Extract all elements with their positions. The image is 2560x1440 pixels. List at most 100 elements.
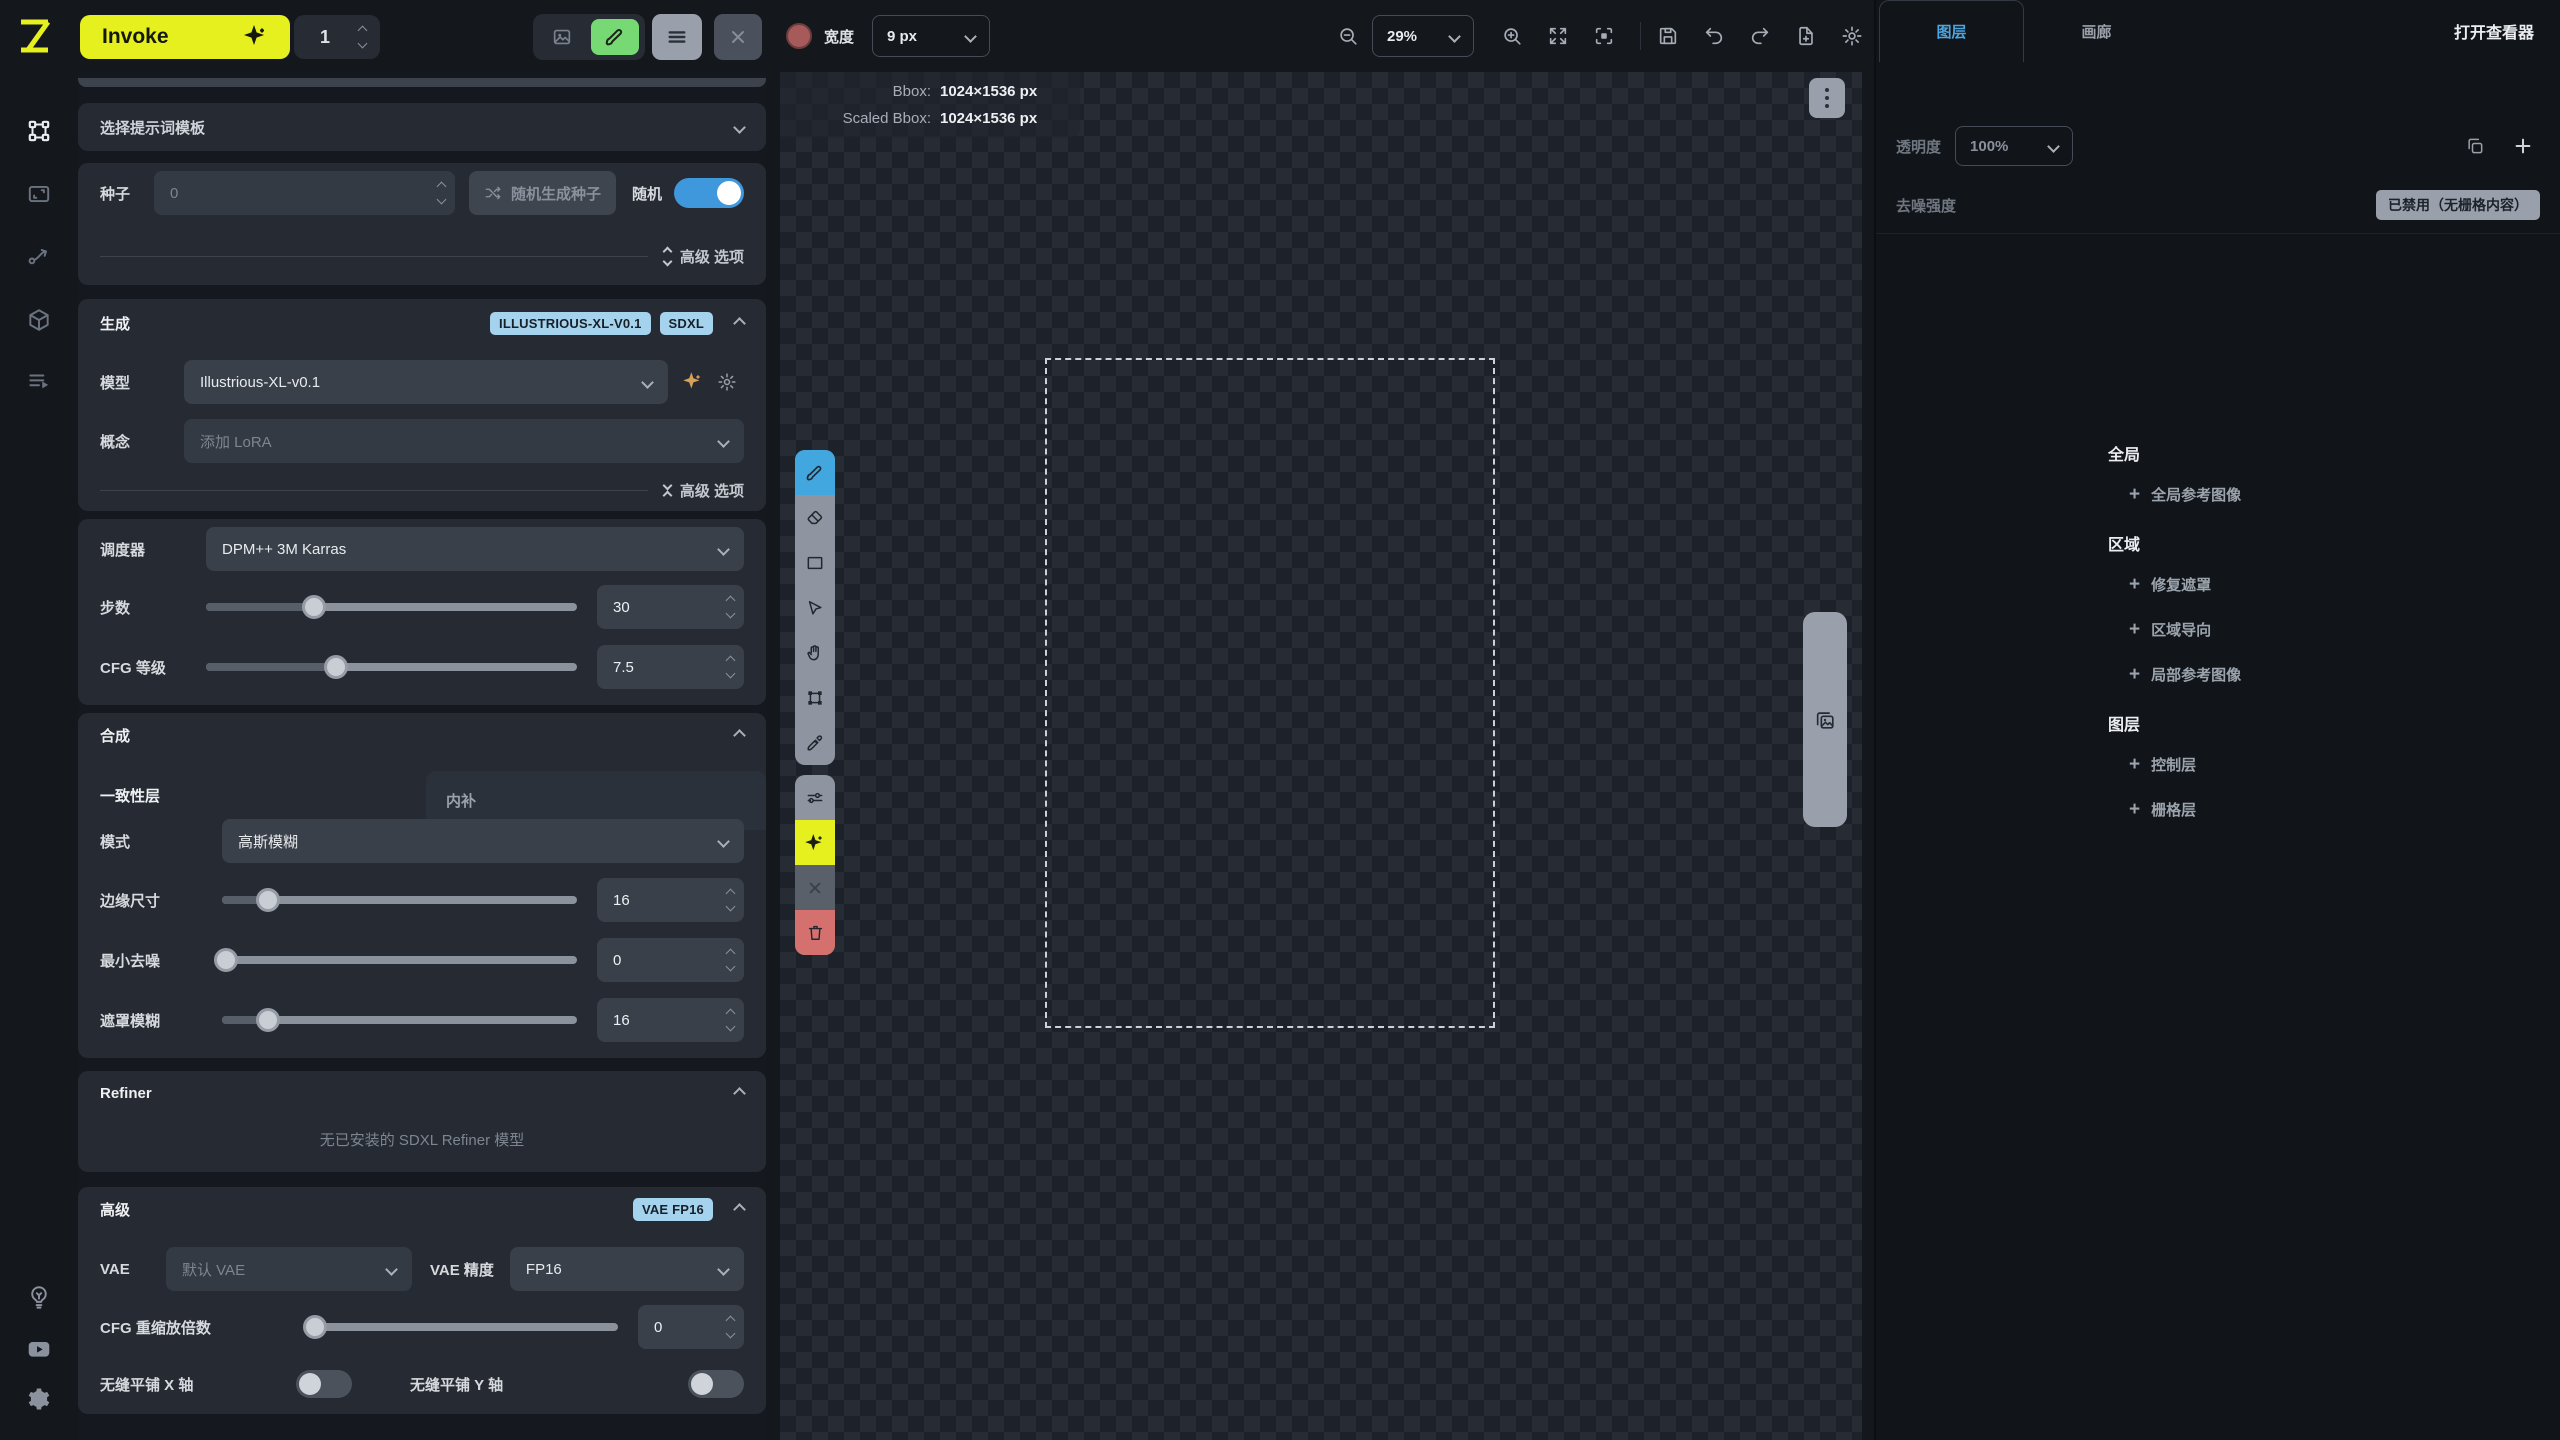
brush-width-select[interactable]: 9 px	[872, 15, 990, 57]
bbox-tool[interactable]	[795, 675, 835, 720]
cancel-button[interactable]	[714, 14, 762, 60]
edge-size-slider-thumb[interactable]	[256, 888, 280, 912]
save-canvas-button[interactable]	[1650, 18, 1686, 54]
menu-button[interactable]	[652, 14, 702, 60]
canvas-stage[interactable]: Bbox: 1024×1536 px Scaled Bbox: 1024×153…	[780, 72, 1862, 1440]
eraser-tool[interactable]	[795, 495, 835, 540]
compositing-card-header[interactable]: 合成	[78, 713, 766, 757]
steps-slider-thumb[interactable]	[302, 595, 326, 619]
random-seed-toggle[interactable]	[674, 178, 744, 208]
open-viewer-button[interactable]: 打开查看器	[2454, 0, 2534, 62]
nav-upscaling-tab[interactable]	[26, 181, 52, 207]
cfg-rescale-slider-thumb[interactable]	[303, 1315, 327, 1339]
nav-models-tab[interactable]	[26, 307, 52, 333]
image-viewer-segment[interactable]	[538, 19, 586, 55]
duplicate-layer-button[interactable]	[2458, 129, 2492, 163]
rect-tool[interactable]	[795, 540, 835, 585]
queue-count-stepper-arrows[interactable]	[359, 27, 366, 47]
queue-count-stepper[interactable]: 1	[294, 15, 380, 59]
add-layer-button[interactable]	[2506, 129, 2540, 163]
randomize-seed-button[interactable]: 随机生成种子	[469, 171, 616, 215]
zoom-in-button[interactable]	[1494, 18, 1530, 54]
generation-bbox[interactable]	[1045, 358, 1495, 1028]
mask-blur-input[interactable]: 16	[597, 998, 744, 1042]
cfg-scale-stepper[interactable]	[727, 657, 734, 677]
cfg-scale-slider-thumb[interactable]	[324, 655, 348, 679]
tab-gallery[interactable]: 画廊	[2024, 0, 2169, 62]
fit-bbox-button[interactable]	[1586, 18, 1622, 54]
cfg-scale-slider[interactable]	[206, 663, 577, 671]
vae-precision-select[interactable]: FP16	[510, 1247, 744, 1291]
canvas-zoom-select[interactable]: 29%	[1372, 15, 1474, 57]
cfg-rescale-slider[interactable]	[306, 1323, 618, 1331]
redo-button[interactable]	[1742, 18, 1778, 54]
min-denoise-stepper[interactable]	[727, 950, 734, 970]
seed-input[interactable]: 0	[154, 171, 455, 215]
canvas-menu-button[interactable]	[1809, 78, 1845, 118]
vae-select[interactable]: 默认 VAE	[166, 1247, 412, 1291]
pan-tool[interactable]	[795, 630, 835, 675]
generation-advanced-options[interactable]: 高级 选项	[78, 475, 766, 505]
lora-select[interactable]: 添加 LoRA	[184, 419, 744, 463]
cfg-rescale-stepper[interactable]	[727, 1317, 734, 1337]
delete-layer-button[interactable]	[795, 910, 835, 955]
brush-tool[interactable]	[795, 450, 835, 495]
edge-size-slider[interactable]	[222, 896, 577, 904]
nav-queue-tab[interactable]	[26, 369, 52, 395]
invoke-button[interactable]: Invoke	[80, 15, 290, 59]
add-raster-layer[interactable]: +栅格层	[2108, 787, 2328, 832]
settings-button[interactable]	[26, 1386, 52, 1412]
mask-blur-stepper[interactable]	[727, 1010, 734, 1030]
seamless-x-toggle[interactable]	[296, 1370, 352, 1398]
seed-stepper[interactable]	[438, 183, 445, 203]
seamless-y-toggle[interactable]	[688, 1370, 744, 1398]
tab-layers[interactable]: 图层	[1879, 0, 2024, 62]
steps-input[interactable]: 30	[597, 585, 744, 629]
mask-blur-slider-thumb[interactable]	[256, 1008, 280, 1032]
blur-mode-select[interactable]: 高斯模糊	[222, 819, 744, 863]
apply-generate-button[interactable]	[795, 820, 835, 865]
seed-advanced-options[interactable]: 高级 选项	[78, 241, 766, 271]
min-denoise-input[interactable]: 0	[597, 938, 744, 982]
cfg-rescale-input[interactable]: 0	[638, 1305, 744, 1349]
model-select[interactable]: Illustrious-XL-v0.1	[184, 360, 668, 404]
edge-size-input[interactable]: 16	[597, 878, 744, 922]
edge-size-stepper[interactable]	[727, 890, 734, 910]
mask-blur-slider[interactable]	[222, 1016, 577, 1024]
scheduler-select[interactable]: DPM++ 3M Karras	[206, 527, 744, 571]
advanced-card-header[interactable]: 高级 VAE FP16	[78, 1187, 766, 1231]
min-denoise-slider-thumb[interactable]	[214, 948, 238, 972]
brush-color-swatch[interactable]	[786, 23, 812, 49]
hamburger-icon	[666, 26, 688, 48]
cfg-scale-input[interactable]: 7.5	[597, 645, 744, 689]
add-control-layer[interactable]: +控制层	[2108, 742, 2328, 787]
undo-button[interactable]	[1696, 18, 1732, 54]
model-default-settings-button[interactable]	[676, 365, 710, 399]
move-tool[interactable]	[795, 585, 835, 630]
refiner-card-header[interactable]: Refiner	[78, 1071, 766, 1115]
prompt-template-select[interactable]: 选择提示词模板	[78, 103, 766, 151]
add-inpaint-mask[interactable]: +修复遮罩	[2108, 562, 2328, 607]
new-session-button[interactable]	[1788, 18, 1824, 54]
min-denoise-slider[interactable]	[222, 956, 577, 964]
canvas-segment[interactable]	[591, 19, 639, 55]
add-regional-guidance[interactable]: +区域导向	[2108, 607, 2328, 652]
add-regional-reference-image[interactable]: +局部参考图像	[2108, 652, 2328, 697]
opacity-select[interactable]: 100%	[1955, 126, 2073, 166]
steps-stepper[interactable]	[727, 597, 734, 617]
support-tips-button[interactable]	[26, 1284, 52, 1310]
gallery-pull-handle[interactable]	[1803, 612, 1847, 827]
zoom-out-button[interactable]	[1330, 18, 1366, 54]
steps-slider[interactable]	[206, 603, 577, 611]
canvas-tool-settings[interactable]	[795, 775, 835, 820]
fit-to-view-button[interactable]	[1540, 18, 1576, 54]
nav-workflows-tab[interactable]	[26, 243, 52, 269]
add-global-reference-image[interactable]: +全局参考图像	[2108, 472, 2328, 517]
youtube-button[interactable]	[26, 1336, 52, 1362]
canvas-settings-button[interactable]	[1834, 18, 1870, 54]
nav-canvas-tab[interactable]	[26, 118, 52, 144]
cancel-action-button[interactable]	[795, 865, 835, 910]
color-picker-tool[interactable]	[795, 720, 835, 765]
generation-card-header[interactable]: 生成 ILLUSTRIOUS-XL-V0.1 SDXL	[78, 299, 766, 347]
model-settings-button[interactable]	[710, 365, 744, 399]
